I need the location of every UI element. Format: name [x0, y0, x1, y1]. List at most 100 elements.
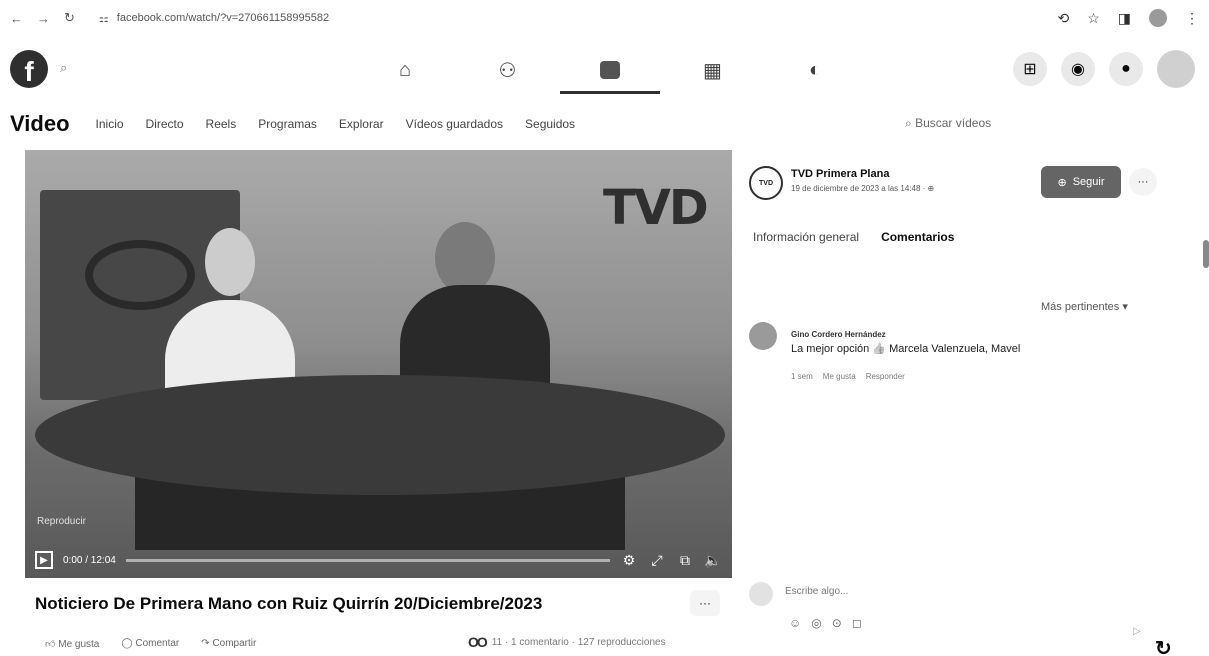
video-stats: 11 · 1 comentario · 127 reproducciones: [491, 636, 666, 648]
tab-informacion-general[interactable]: Información general: [753, 230, 859, 244]
play-overlay-label: Reproducir: [37, 516, 86, 527]
tab-inicio[interactable]: Inicio: [96, 117, 124, 131]
comment-icon: ◯: [121, 638, 136, 649]
sticker-icon[interactable]: ◻: [852, 616, 862, 630]
marketplace-icon[interactable]: ▦: [663, 44, 763, 96]
follow-button[interactable]: ⊕ Seguir: [1041, 166, 1121, 198]
page-scrollbar[interactable]: [1203, 240, 1209, 268]
messenger-icon[interactable]: ◉: [1061, 52, 1095, 86]
camera-icon[interactable]: ◎: [811, 616, 821, 630]
page-more-button[interactable]: ···: [1129, 168, 1157, 196]
gif-icon[interactable]: ⊙: [832, 616, 842, 630]
friends-icon[interactable]: ⚇: [458, 44, 558, 96]
comment-reply-button[interactable]: Responder: [866, 372, 905, 381]
commenter-avatar[interactable]: [749, 322, 777, 350]
follow-icon: ⊕: [1057, 176, 1067, 189]
like-button[interactable]: 👍︎ Me gusta: [45, 638, 99, 650]
menu-grid-icon[interactable]: ⊞: [1013, 52, 1047, 86]
tab-programas[interactable]: Programas: [258, 117, 317, 131]
facebook-topbar: f ⌕ ⌂ ⚇ ▦ ◐ ⊞ ◉ ●: [0, 44, 1209, 96]
browser-toolbar: ← → ↻ ⚏ facebook.com/watch/?v=2706611589…: [0, 0, 1209, 36]
search-icon: ⌕: [905, 116, 912, 130]
comment-time[interactable]: 1 sem: [791, 372, 813, 381]
video-more-button[interactable]: ···: [690, 590, 720, 616]
search-icon[interactable]: ⌕: [60, 60, 67, 76]
panel-tabs: Información general Comentarios: [753, 230, 954, 244]
studio-logo-ring: [85, 240, 195, 310]
reaction-summary[interactable]: OO 11 · 1 comentario · 127 reproduccione…: [468, 634, 666, 650]
time-readout: 0:00 / 12:04: [63, 554, 116, 566]
player-controls: ▶ 0:00 / 12:04 ⚙ ⤢ ⧉ 🔈: [25, 542, 732, 578]
video-player[interactable]: TVD Reproducir ▶ 0:00 / 12:04 ⚙ ⤢ ⧉ 🔈: [25, 150, 732, 578]
share-button[interactable]: ↷ Compartir: [201, 638, 256, 650]
share-label: Compartir: [212, 638, 257, 649]
anchor-woman-head: [205, 228, 255, 296]
back-icon[interactable]: ←: [10, 11, 23, 26]
video-tabs: Inicio Directo Reels Programas Explorar …: [96, 117, 576, 131]
fullscreen-icon[interactable]: ⤢: [648, 552, 666, 569]
menu-icon[interactable]: ⋮: [1185, 10, 1199, 27]
play-icon[interactable]: ▶: [35, 551, 53, 569]
address-bar[interactable]: ⚏ facebook.com/watch/?v=270661158995582: [99, 12, 329, 25]
page-title: Video: [10, 111, 70, 136]
gaming-icon[interactable]: ◐: [765, 44, 865, 96]
new-message-icon[interactable]: ↻: [1155, 636, 1172, 656]
comment-actions: 1 sem Me gusta Responder: [791, 372, 905, 381]
comment-sort-dropdown[interactable]: Más pertinentes ▾: [1041, 300, 1128, 313]
tab-explorar[interactable]: Explorar: [339, 117, 384, 131]
pip-icon[interactable]: ⧉: [676, 552, 694, 569]
comment-label: Comentar: [135, 638, 180, 649]
user-avatar: [749, 582, 773, 606]
share-icon: ↷: [201, 638, 213, 649]
browser-actions: ⟲ ☆ ◨ ⋮: [1057, 9, 1199, 27]
like-label: Me gusta: [58, 639, 100, 650]
emoji-icon[interactable]: ☺: [789, 616, 801, 630]
comment-text: La mejor opción 👍 Marcela Valenzuela, Ma…: [791, 343, 1021, 355]
site-settings-icon[interactable]: ⚏: [99, 12, 109, 25]
video-search-input[interactable]: ⌕ Buscar vídeos: [905, 116, 991, 131]
comment-input[interactable]: Escribe algo...: [785, 586, 848, 597]
tab-reels[interactable]: Reels: [206, 117, 237, 131]
progress-bar[interactable]: [125, 558, 610, 562]
watch-tab-glyph: [600, 61, 620, 79]
url-text[interactable]: facebook.com/watch/?v=270661158995582: [117, 12, 329, 24]
bookmark-icon[interactable]: ☆: [1087, 10, 1100, 27]
comment-author[interactable]: Gino Cordero Hernández: [791, 330, 886, 339]
page-avatar[interactable]: TVD: [749, 166, 783, 200]
side-panel-icon[interactable]: ◨: [1118, 10, 1131, 27]
settings-icon[interactable]: ⚙: [620, 552, 638, 569]
reaction-icons: OO: [468, 634, 488, 650]
right-panel: TVD TVD Primera Plana 19 de diciembre de…: [745, 150, 1205, 656]
tab-videos-guardados[interactable]: Vídeos guardados: [406, 117, 503, 131]
page-name[interactable]: TVD Primera Plana: [791, 168, 889, 180]
account-controls: ⊞ ◉ ●: [1013, 50, 1195, 88]
browser-nav: ← → ↻: [10, 10, 75, 26]
facebook-logo-icon[interactable]: f: [10, 50, 48, 88]
video-nav: Video Inicio Directo Reels Programas Exp…: [0, 108, 1209, 140]
profile-icon[interactable]: [1149, 9, 1167, 27]
comment-like-button[interactable]: Me gusta: [823, 372, 856, 381]
main-nav: ⌂ ⚇ ▦ ◐: [355, 44, 865, 96]
video-search-placeholder: Buscar vídeos: [915, 116, 992, 130]
cast-icon[interactable]: ⟲: [1057, 10, 1069, 27]
account-avatar[interactable]: [1157, 50, 1195, 88]
forward-icon[interactable]: →: [37, 11, 50, 26]
watch-icon[interactable]: [560, 44, 660, 96]
notifications-icon[interactable]: ●: [1109, 52, 1143, 86]
send-icon[interactable]: ▷: [1133, 626, 1141, 637]
tab-directo[interactable]: Directo: [146, 117, 184, 131]
tab-seguidos[interactable]: Seguidos: [525, 117, 575, 131]
reload-icon[interactable]: ↻: [64, 10, 75, 26]
news-desk: [35, 375, 725, 495]
anchor-man-head: [435, 222, 495, 294]
like-icon: 👍︎: [45, 639, 59, 650]
follow-label: Seguir: [1072, 176, 1105, 188]
video-title: Noticiero De Primera Mano con Ruiz Quirr…: [35, 594, 543, 613]
home-icon[interactable]: ⌂: [355, 44, 455, 96]
post-date[interactable]: 19 de diciembre de 2023 a las 14:48 · ⊕: [791, 184, 934, 193]
video-actions: 👍︎ Me gusta ◯ Comentar ↷ Compartir: [45, 638, 256, 650]
comment-input-tools: ☺ ◎ ⊙ ◻: [789, 616, 862, 630]
tab-comentarios[interactable]: Comentarios: [881, 230, 954, 244]
comment-button[interactable]: ◯ Comentar: [121, 638, 179, 650]
volume-icon[interactable]: 🔈: [704, 552, 722, 569]
